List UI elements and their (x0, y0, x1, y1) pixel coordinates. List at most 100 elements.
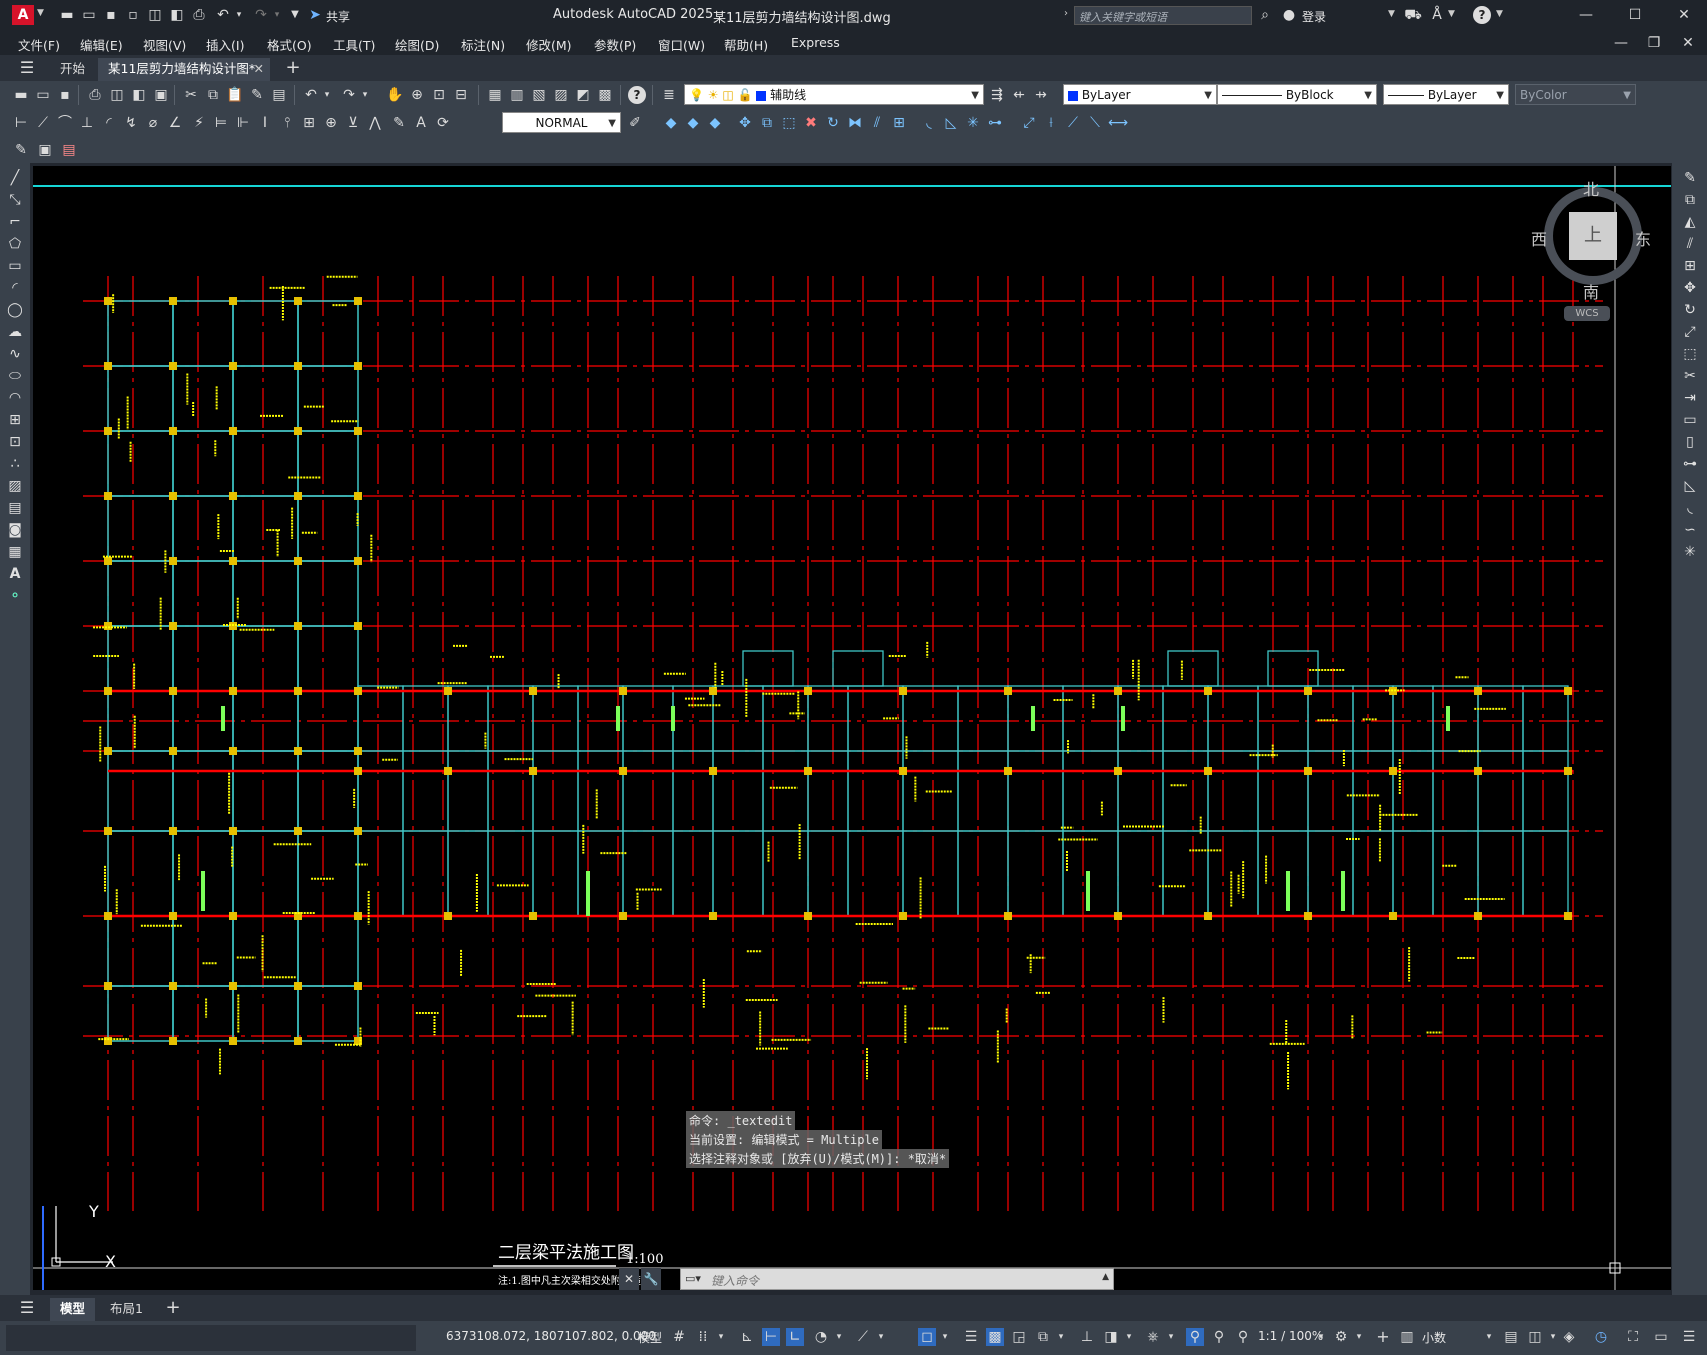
lengthen-icon[interactable]: ⟷ (1108, 114, 1128, 132)
new-layout-plus-icon[interactable]: + (164, 1299, 182, 1317)
polar-tracking-icon[interactable]: ◔ (812, 1328, 830, 1346)
circle-icon[interactable]: ◯ (6, 301, 24, 319)
annoscale-dropdown-icon[interactable]: ▾ (1312, 1328, 1330, 1346)
jogged-linear-icon[interactable]: ⋀ (366, 114, 384, 132)
tb-new-icon[interactable]: ▬ (12, 86, 30, 104)
command-expand-icon[interactable]: ▲ (1102, 1272, 1109, 1282)
3dosnap-dropdown-icon[interactable]: ▾ (1052, 1328, 1070, 1346)
layer-lock-icon[interactable]: 🔓 (738, 88, 753, 102)
r-chamfer-icon[interactable]: ◺ (1681, 477, 1699, 495)
a360-dropdown-icon[interactable]: ▼ (1448, 9, 1455, 19)
customization-icon[interactable]: ▭ (1652, 1328, 1670, 1346)
new-tab-plus-icon[interactable]: + (284, 59, 302, 77)
tb-designcenter-icon[interactable]: ▥ (508, 86, 526, 104)
tab-close-icon[interactable]: ✕ (254, 58, 264, 80)
search-icon[interactable]: ⌕ (1256, 6, 1274, 24)
open-file-icon[interactable]: ▭ (80, 6, 98, 24)
tb-sheetset-icon[interactable]: ▨ (552, 86, 570, 104)
r-copy-icon[interactable]: ⧉ (1681, 191, 1699, 209)
r-fillet-icon[interactable]: ◟ (1681, 499, 1699, 517)
r-erase-icon[interactable]: ✎ (1681, 169, 1699, 187)
dim-edit-icon[interactable]: ✎ (390, 114, 408, 132)
drawing-svg[interactable]: Y X 二层梁平法施工图 1:100 注:1.图中凡主次梁相交处附加箍筋 (33, 166, 1671, 1290)
tb3-edit-block-icon[interactable]: ✎ (12, 141, 30, 159)
add-selected-icon[interactable]: ⚬ (6, 587, 24, 605)
menu-view[interactable]: 视图(V) (143, 35, 186, 54)
plot-icon[interactable]: ⎙ (190, 6, 208, 24)
tb-open-icon[interactable]: ▭ (34, 86, 52, 104)
dynamic-ucs-icon[interactable]: ⊥ (1078, 1328, 1096, 1346)
dim-update-icon[interactable]: ⟳ (434, 114, 452, 132)
inspect-icon[interactable]: ⊻ (344, 114, 362, 132)
drawing-canvas[interactable]: Y X 二层梁平法施工图 1:100 注:1.图中凡主次梁相交处附加箍筋 上 北… (33, 166, 1671, 1290)
new-file-icon[interactable]: ▬ (58, 6, 76, 24)
dim-style-manager-icon[interactable]: ✐ (626, 114, 644, 132)
r-trim-icon[interactable]: ✂ (1681, 367, 1699, 385)
tb-zoom-realtime-icon[interactable]: ⊕ (408, 86, 426, 104)
layer-on-icon[interactable]: 💡 (689, 88, 704, 102)
linetype-dropdown[interactable]: ByBlock ▼ (1217, 84, 1377, 105)
polyline-icon[interactable]: ⌐ (6, 213, 24, 231)
mirror-icon[interactable]: ⧓ (846, 114, 864, 132)
color-dropdown[interactable]: ByLayer ▼ (1063, 84, 1217, 105)
layer-dropdown-arrow-icon[interactable]: ▼ (971, 85, 979, 106)
tb-preview-icon[interactable]: ◫ (108, 86, 126, 104)
move-icon[interactable]: ✥ (736, 114, 754, 132)
tb-zoom-window-icon[interactable]: ⊡ (430, 86, 448, 104)
plotstyle-dropdown-arrow-icon[interactable]: ▼ (1623, 85, 1631, 106)
polar-dropdown-icon[interactable]: ▾ (830, 1328, 848, 1346)
dim-jogged-icon[interactable]: ↯ (122, 114, 140, 132)
dim-arc-icon[interactable]: ⌒ (56, 114, 74, 132)
tb-paste-icon[interactable]: 📋 (226, 86, 244, 104)
stretch-icon[interactable]: ⬚ (780, 114, 798, 132)
layer-properties-icon[interactable]: ≣ (660, 86, 678, 104)
tb-copy-icon[interactable]: ⧉ (204, 86, 222, 104)
save-as-icon[interactable]: ▫ (124, 6, 142, 24)
infer-constraints-icon[interactable]: ⊾ (738, 1328, 756, 1346)
menu-file[interactable]: 文件(F) (18, 35, 60, 54)
tb3-save-block-icon[interactable]: ▣ (36, 141, 54, 159)
dim-continue-icon[interactable]: ⊩ (234, 114, 252, 132)
plotstyle-dropdown[interactable]: ByColor ▼ (1515, 84, 1636, 105)
construction-line-icon[interactable]: ⤡ (6, 191, 24, 209)
line-icon[interactable]: ╱ (6, 169, 24, 187)
linetype-dropdown-arrow-icon[interactable]: ▼ (1364, 85, 1372, 106)
dim-linear-icon[interactable]: ⊢ (12, 114, 30, 132)
customize-qat-icon[interactable]: ▼ (286, 6, 304, 24)
graphics-performance-icon[interactable]: ◷ (1592, 1328, 1610, 1346)
revcloud-icon[interactable]: ☁ (6, 323, 24, 341)
join-icon[interactable]: ⊶ (986, 114, 1004, 132)
snap-dropdown-icon[interactable]: ▾ (712, 1328, 730, 1346)
tb-zoom-previous-icon[interactable]: ⊟ (452, 86, 470, 104)
color-dropdown-arrow-icon[interactable]: ▼ (1204, 85, 1212, 106)
login-dropdown-icon[interactable]: ▼ (1388, 9, 1395, 19)
tb-plot-icon[interactable]: ⎙ (86, 86, 104, 104)
auto-scale-icon[interactable]: ⚲ (1210, 1328, 1228, 1346)
fillet-icon[interactable]: ◟ (920, 114, 938, 132)
menu-help[interactable]: 帮助(H) (724, 35, 768, 54)
menu-insert[interactable]: 插入(I) (206, 35, 244, 54)
isodraft-icon[interactable]: ⟋ (854, 1328, 872, 1346)
annotation-monitor-icon[interactable]: + (1374, 1328, 1392, 1346)
units-dropdown-icon[interactable]: ▾ (1480, 1328, 1498, 1346)
tb-redo-dd-icon[interactable]: ▾ (356, 86, 374, 104)
maximize-icon[interactable]: ☐ (1626, 6, 1644, 24)
doc-minimize-icon[interactable]: — (1612, 34, 1630, 52)
autocad-logo-icon[interactable]: A (12, 5, 34, 25)
command-recent-icon[interactable]: ▭▾ (685, 1272, 701, 1285)
offset-icon[interactable]: ⫽ (868, 114, 886, 132)
explode-icon[interactable]: ✳ (964, 114, 982, 132)
array-icon[interactable]: ⊞ (890, 114, 908, 132)
annotation-visibility-icon[interactable]: ⚲ (1186, 1328, 1204, 1346)
rotate-icon[interactable]: ↻ (824, 114, 842, 132)
close-icon[interactable]: ✕ (1675, 6, 1693, 24)
r-scale-icon[interactable]: ⤢ (1681, 323, 1699, 341)
tb-undo-dd-icon[interactable]: ▾ (318, 86, 336, 104)
redo-dropdown-icon[interactable]: ▾ (268, 6, 286, 24)
dynamic-input-icon[interactable]: ⊢ (762, 1328, 780, 1346)
menu-express[interactable]: Express (791, 35, 840, 50)
layout-menu-icon[interactable]: ☰ (18, 1299, 36, 1317)
tb-markup-icon[interactable]: ◩ (574, 86, 592, 104)
tb-calculator-icon[interactable]: ▩ (596, 86, 614, 104)
command-input[interactable]: ▭▾ 键入命令 ▲ (680, 1268, 1114, 1290)
